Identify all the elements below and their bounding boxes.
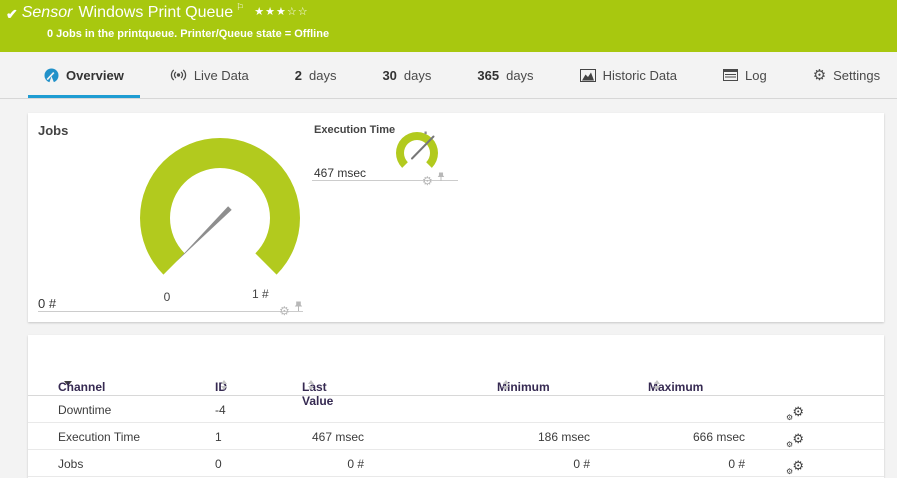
channel-id: -4 bbox=[215, 403, 226, 417]
divider bbox=[38, 311, 303, 312]
overview-gauges-panel: Jobs 0 1 # 0 # ⚙ Execution Time 467 msec… bbox=[28, 113, 884, 322]
tab-30-days[interactable]: 30 days bbox=[366, 52, 447, 98]
execution-time-gauge-title: Execution Time bbox=[314, 124, 395, 136]
channel-table-panel: Channel ID Last Value Minimum Maximum Do… bbox=[28, 335, 884, 478]
tab-2-days[interactable]: 2 days bbox=[279, 52, 353, 98]
area-chart-icon bbox=[580, 69, 596, 82]
channel-last-value: 467 msec bbox=[228, 430, 364, 444]
check-icon: ✔ bbox=[4, 4, 22, 23]
channel-last-value: 0 # bbox=[228, 457, 364, 471]
table-row-downtime[interactable]: Downtime -4 ⚙⚙ bbox=[28, 396, 884, 423]
tab-label-strong: 2 bbox=[295, 68, 302, 83]
tab-label: Settings bbox=[833, 68, 880, 83]
tab-label-strong: 365 bbox=[477, 68, 499, 83]
channel-id: 0 bbox=[215, 457, 222, 471]
sensor-status-header: ✔ Sensor Windows Print Queue ⚐ ★★★☆☆ 0 J… bbox=[0, 0, 897, 52]
channel-minimum: 186 msec bbox=[458, 430, 590, 444]
column-header-channel[interactable]: Channel bbox=[58, 376, 72, 390]
sensor-tab-bar: Overview Live Data 2 days 30 days 365 da… bbox=[0, 52, 897, 99]
tab-historic-data[interactable]: Historic Data bbox=[564, 52, 693, 98]
gauge-settings-gear-icon[interactable]: ⚙ bbox=[422, 175, 433, 187]
tab-label: days bbox=[309, 68, 336, 83]
gauge-settings-gear-icon[interactable]: ⚙ bbox=[279, 305, 290, 317]
sort-icon bbox=[654, 380, 660, 390]
channel-name: Jobs bbox=[58, 457, 83, 471]
jobs-gauge bbox=[120, 118, 320, 318]
tab-label: Overview bbox=[66, 68, 124, 83]
tab-label: Historic Data bbox=[603, 68, 677, 83]
sensor-kind-label: Sensor bbox=[22, 4, 73, 22]
settings-gear-icon: ⚙ bbox=[813, 68, 826, 83]
table-row-execution-time[interactable]: Execution Time 1 467 msec 186 msec 666 m… bbox=[28, 423, 884, 450]
pin-icon[interactable] bbox=[437, 169, 445, 187]
jobs-gauge-title: Jobs bbox=[38, 123, 68, 138]
channel-maximum: 0 # bbox=[618, 457, 745, 471]
channel-name: Downtime bbox=[58, 403, 111, 417]
sensor-title: Windows Print Queue bbox=[78, 4, 233, 22]
jobs-gauge-max-label: 1 # bbox=[252, 287, 269, 301]
sort-icon bbox=[503, 380, 509, 390]
channel-id: 1 bbox=[215, 430, 222, 444]
tab-label: days bbox=[404, 68, 431, 83]
channel-maximum: 666 msec bbox=[618, 430, 745, 444]
execution-time-current-value: 467 msec bbox=[314, 166, 366, 180]
pin-icon[interactable] bbox=[294, 299, 303, 317]
priority-star-rating[interactable]: ★★★☆☆ bbox=[254, 5, 308, 18]
tab-live-data[interactable]: Live Data bbox=[154, 52, 265, 98]
table-row-jobs[interactable]: Jobs 0 0 # 0 # 0 # ⚙⚙ bbox=[28, 450, 884, 477]
sort-icon bbox=[308, 380, 314, 390]
tab-label-strong: 30 bbox=[382, 68, 396, 83]
gauge-max-tick bbox=[425, 132, 427, 135]
jobs-gauge-min-label: 0 bbox=[160, 290, 174, 304]
channel-minimum: 0 # bbox=[458, 457, 590, 471]
gauge-icon bbox=[44, 68, 59, 83]
tab-label: days bbox=[506, 68, 533, 83]
gauge-needle bbox=[176, 206, 232, 261]
sensor-status-message: 0 Jobs in the printqueue. Printer/Queue … bbox=[47, 28, 329, 40]
tab-settings[interactable]: ⚙ Settings bbox=[797, 52, 896, 98]
jobs-current-value: 0 # bbox=[38, 296, 56, 311]
flag-icon[interactable]: ⚐ bbox=[236, 2, 244, 13]
tab-label: Log bbox=[745, 68, 767, 83]
sort-icon bbox=[221, 380, 227, 390]
tab-label: Live Data bbox=[194, 68, 249, 83]
log-list-icon bbox=[723, 69, 738, 81]
tab-365-days[interactable]: 365 days bbox=[461, 52, 549, 98]
channel-table-header-row: Channel ID Last Value Minimum Maximum bbox=[28, 372, 884, 396]
tab-overview[interactable]: Overview bbox=[28, 52, 140, 98]
tab-log[interactable]: Log bbox=[707, 52, 783, 98]
channel-name: Execution Time bbox=[58, 430, 140, 444]
live-data-icon bbox=[170, 68, 187, 82]
